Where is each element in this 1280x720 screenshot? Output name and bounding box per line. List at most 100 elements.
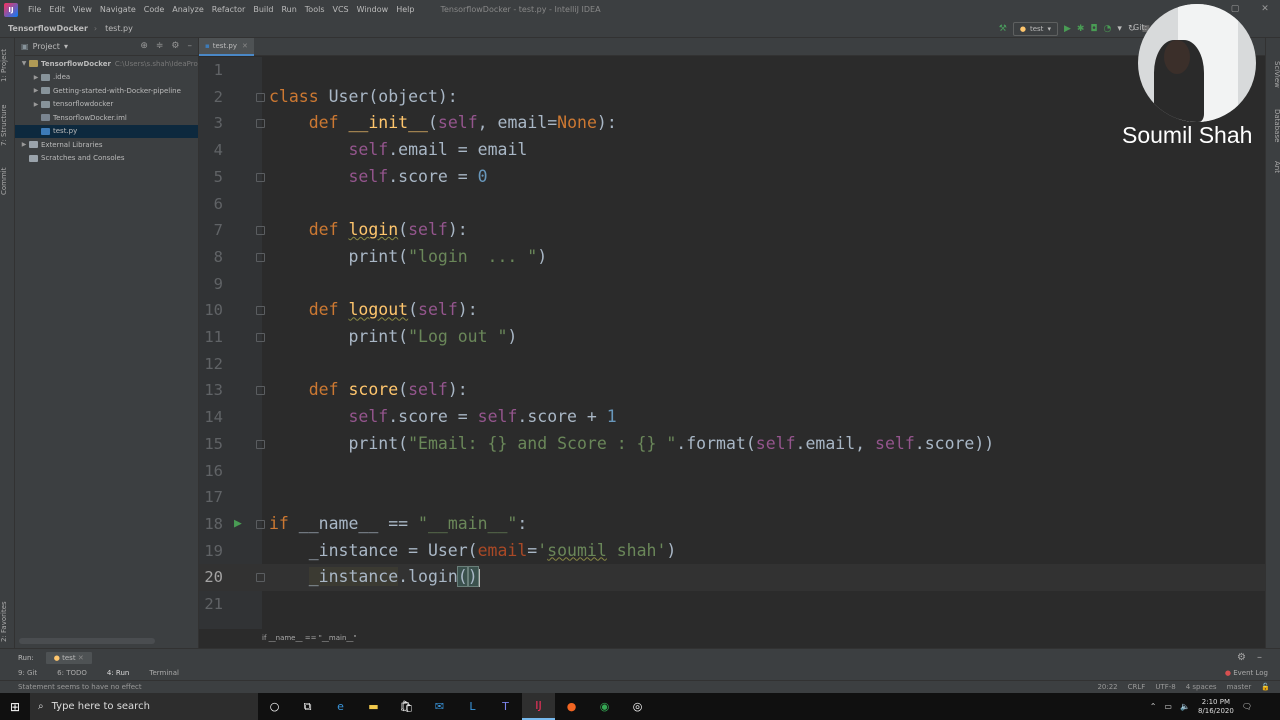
git-branch[interactable]: master xyxy=(1227,683,1252,691)
code-line[interactable]: 18 ▶ if __name__ == "__main__": xyxy=(199,511,1265,538)
code-line[interactable]: 20 _instance.login() xyxy=(199,564,1265,591)
menu-navigate[interactable]: Navigate xyxy=(96,5,140,14)
code-line[interactable]: 1 xyxy=(199,57,1265,84)
fold-marker-icon[interactable] xyxy=(256,306,265,316)
tree-item[interactable]: Scratches and Consoles xyxy=(15,152,198,166)
cortana-icon[interactable]: ○ xyxy=(258,693,291,720)
menu-code[interactable]: Code xyxy=(140,5,168,14)
clock[interactable]: 2:10 PM 8/16/2020 xyxy=(1198,698,1234,716)
fold-marker-icon[interactable] xyxy=(256,226,265,236)
commit-tool-tab[interactable]: Commit xyxy=(0,164,15,198)
todo-tool-tab[interactable]: 6: TODO xyxy=(47,669,97,677)
close-icon[interactable]: ✕ xyxy=(242,42,248,50)
menu-help[interactable]: Help xyxy=(392,5,418,14)
fold-marker-icon[interactable] xyxy=(256,252,265,262)
sciview-tool-tab[interactable]: SciView xyxy=(1266,54,1280,94)
code-line[interactable]: 12 xyxy=(199,351,1265,378)
structure-tool-tab[interactable]: 7: Structure xyxy=(0,100,15,150)
menu-view[interactable]: View xyxy=(69,5,96,14)
code-line[interactable]: 11 print("Log out ") xyxy=(199,324,1265,351)
favorites-tool-tab[interactable]: 2: Favorites xyxy=(0,598,15,646)
git-tool-tab[interactable]: 9: Git xyxy=(0,669,47,677)
code-line[interactable]: 16 xyxy=(199,458,1265,485)
code-line[interactable]: 8 print("login ... ") xyxy=(199,244,1265,271)
store-icon[interactable]: 🛍 xyxy=(390,693,423,720)
run-tool-tab[interactable]: 4: Run xyxy=(97,669,139,677)
menu-file[interactable]: File xyxy=(24,5,45,14)
code-line[interactable]: 6 xyxy=(199,191,1265,218)
app-l-icon[interactable]: L xyxy=(456,693,489,720)
indent-setting[interactable]: 4 spaces xyxy=(1186,683,1217,691)
menu-refactor[interactable]: Refactor xyxy=(208,5,250,14)
project-tool-tab[interactable]: 1: Project xyxy=(0,44,15,88)
code-line[interactable]: 15 print("Email: {} and Score : {} ".for… xyxy=(199,431,1265,458)
editor-tab-test-py[interactable]: ▪ test.py ✕ xyxy=(199,38,254,56)
menu-tools[interactable]: Tools xyxy=(301,5,329,14)
tree-item[interactable]: ▶ Getting-started-with-Docker-pipeline xyxy=(15,84,198,98)
task-view-icon[interactable]: ⧉ xyxy=(291,693,324,720)
close-icon[interactable]: ✕ xyxy=(1250,0,1280,19)
ant-tool-tab[interactable]: Ant xyxy=(1266,156,1280,178)
code-line[interactable]: 21 xyxy=(199,591,1265,618)
run-gutter-icon[interactable]: ▶ xyxy=(234,511,242,538)
more-run-icon[interactable]: ▾ xyxy=(1117,24,1122,34)
profile-icon[interactable]: ◔ xyxy=(1104,24,1112,34)
event-log-tab[interactable]: ● Event Log xyxy=(1225,669,1268,677)
code-line[interactable]: 14 self.score = self.score + 1 xyxy=(199,404,1265,431)
file-encoding[interactable]: UTF-8 xyxy=(1155,683,1175,691)
fold-marker-icon[interactable] xyxy=(256,172,265,182)
menu-vcs[interactable]: VCS xyxy=(329,5,353,14)
build-hammer-icon[interactable]: ⚒ xyxy=(999,24,1007,34)
lock-icon[interactable]: 🔓 xyxy=(1261,683,1270,691)
code-line[interactable]: 5 self.score = 0 xyxy=(199,164,1265,191)
tree-item[interactable]: ▶ tensorflowdocker xyxy=(15,98,198,112)
terminal-tool-tab[interactable]: Terminal xyxy=(139,669,189,677)
chrome-icon[interactable]: ◉ xyxy=(588,693,621,720)
fold-marker-icon[interactable] xyxy=(256,333,265,342)
tree-item[interactable]: TensorflowDocker.iml xyxy=(15,111,198,125)
code-line[interactable]: 2 class User(object): xyxy=(199,84,1265,111)
editor-breadcrumb[interactable]: if __name__ == "__main__" xyxy=(262,630,357,646)
horizontal-scrollbar[interactable] xyxy=(19,638,155,644)
coverage-icon[interactable]: ◘ xyxy=(1090,24,1097,34)
line-separator[interactable]: CRLF xyxy=(1128,683,1146,691)
menu-run[interactable]: Run xyxy=(277,5,300,14)
chevron-down-icon[interactable]: ▼ xyxy=(19,60,29,67)
fold-marker-icon[interactable] xyxy=(256,573,265,583)
intellij-taskbar-icon[interactable]: IJ xyxy=(522,693,555,720)
menu-analyze[interactable]: Analyze xyxy=(168,5,208,14)
run-icon[interactable]: ▶ xyxy=(1064,24,1071,34)
chevron-right-icon[interactable]: ▶ xyxy=(31,101,41,108)
fold-marker-icon[interactable] xyxy=(256,92,265,102)
code-line[interactable]: 10 def logout(self): xyxy=(199,297,1265,324)
locate-icon[interactable]: ⊕ xyxy=(140,41,148,51)
code-line[interactable]: 7 def login(self): xyxy=(199,217,1265,244)
chevron-down-icon[interactable]: ▾ xyxy=(64,42,68,51)
chevron-right-icon[interactable]: ▶ xyxy=(31,87,41,94)
gear-icon[interactable]: ⚙ xyxy=(1237,652,1246,663)
volume-icon[interactable]: 🔈 xyxy=(1180,702,1190,711)
caret-position[interactable]: 20:22 xyxy=(1097,683,1117,691)
run-config-select[interactable]: ● test ▾ xyxy=(1012,21,1058,36)
fold-marker-icon[interactable] xyxy=(256,439,265,449)
debug-icon[interactable]: ✱ xyxy=(1077,24,1085,34)
database-tool-tab[interactable]: Database xyxy=(1266,104,1280,148)
tray-chevron-icon[interactable]: ⌃ xyxy=(1150,702,1157,711)
menu-build[interactable]: Build xyxy=(249,5,277,14)
menu-edit[interactable]: Edit xyxy=(45,5,69,14)
code-line[interactable]: 19 _instance = User(email='soumil shah') xyxy=(199,538,1265,565)
fold-marker-icon[interactable] xyxy=(256,519,265,529)
notification-icon[interactable]: 🗨 xyxy=(1242,702,1252,711)
github-desktop-icon[interactable]: ◎ xyxy=(621,693,654,720)
fold-marker-icon[interactable] xyxy=(256,119,265,129)
menu-window[interactable]: Window xyxy=(353,5,393,14)
breadcrumb-file[interactable]: test.py xyxy=(97,24,133,33)
close-icon[interactable]: ✕ xyxy=(78,654,84,662)
edge-icon[interactable]: e xyxy=(324,693,357,720)
breadcrumb-project[interactable]: TensorflowDocker xyxy=(0,24,88,33)
taskbar-search[interactable]: ⌕ Type here to search xyxy=(30,693,258,720)
network-icon[interactable]: ▭ xyxy=(1164,702,1172,711)
code-line[interactable]: 9 xyxy=(199,271,1265,298)
gear-icon[interactable]: ⚙ xyxy=(171,41,179,51)
run-tab-test[interactable]: ● test ✕ xyxy=(45,651,92,664)
